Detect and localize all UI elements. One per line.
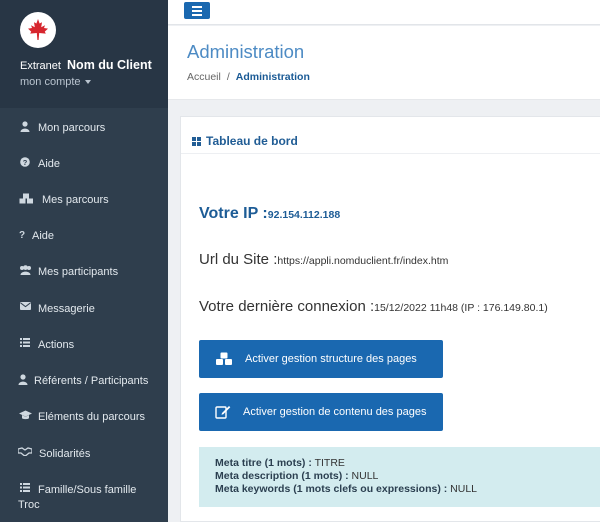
sidebar: Extranet Nom du Client mon compte Mon pa… [0, 0, 168, 522]
sidebar-item-aide[interactable]: ? Aide [0, 157, 168, 171]
sidebar-item-solidarites[interactable]: Solidarités [0, 447, 168, 461]
sidebar-item-mes-parcours[interactable]: Mes parcours [0, 193, 168, 207]
sidebar-item-label: Aide [32, 230, 55, 242]
envelope-icon [18, 302, 32, 310]
breadcrumb-separator: / [226, 71, 230, 83]
sidebar-item-troc[interactable]: Troc [0, 498, 168, 512]
meta-keywords-row: Meta keywords (1 mots clefs ou expressio… [215, 483, 600, 496]
page-header: Administration Accueil / Administration [168, 26, 600, 100]
sidebar-item-mon-parcours[interactable]: Mon parcours [0, 121, 168, 135]
maple-leaf-icon [28, 19, 48, 40]
edit-icon [215, 406, 231, 419]
th-large-icon [192, 136, 201, 146]
sidebar-item-label: Aide [38, 158, 61, 170]
account-label: mon compte [20, 76, 81, 88]
client-logo [20, 12, 56, 48]
activate-structure-button[interactable]: Activer gestion structure des pages [199, 340, 443, 378]
hamburger-icon [192, 9, 202, 12]
cubes-icon [216, 352, 232, 365]
sidebar-item-label: Solidarités [39, 448, 91, 460]
caret-down-icon [84, 80, 91, 84]
panel-title: Tableau de bord [206, 134, 298, 148]
sidebar-item-label: Famille/Sous famille [38, 484, 137, 496]
user-icon [18, 374, 28, 385]
meta-title-row: Meta titre (1 mots) : TITRE [215, 457, 600, 470]
profile-block: Extranet Nom du Client mon compte [0, 0, 168, 108]
url-line: Url du Site :https://appli.nomduclient.f… [199, 251, 448, 269]
sidebar-item-label: Troc [18, 499, 40, 511]
meta-description-row: Meta description (1 mots) : NULL [215, 470, 600, 483]
button-label: Activer gestion structure des pages [245, 353, 417, 365]
url-label: Url du Site : [199, 251, 278, 268]
graduation-cap-icon [18, 410, 32, 420]
sidebar-item-actions[interactable]: Actions [0, 338, 168, 352]
account-dropdown[interactable]: mon compte [20, 76, 168, 88]
cubes-icon [18, 193, 34, 204]
sidebar-item-label: Actions [38, 339, 75, 351]
sidebar-item-label: Mes participants [38, 266, 119, 278]
svg-text:?: ? [23, 158, 28, 167]
sidebar-item-aide-2[interactable]: ? Aide [0, 229, 168, 243]
breadcrumb-current: Administration [235, 71, 310, 83]
last-login-label: Votre dernière connexion : [199, 298, 375, 315]
question-icon: ? [18, 230, 26, 241]
sidebar-item-label: Messagerie [38, 303, 95, 315]
last-login-line: Votre dernière connexion :15/12/2022 11h… [199, 298, 548, 316]
list-icon [18, 483, 32, 492]
activate-content-button[interactable]: Activer gestion de contenu des pages [199, 393, 443, 431]
sidebar-item-elements-parcours[interactable]: Eléments du parcours [0, 410, 168, 424]
meta-description-label: Meta description (1 mots) : [215, 470, 349, 482]
breadcrumb: Accueil / Administration [187, 71, 310, 83]
list-icon [18, 338, 32, 347]
topbar [168, 0, 600, 25]
page-title: Administration [187, 41, 305, 62]
sidebar-item-label: Référents / Participants [34, 375, 149, 387]
menu-toggle-button[interactable] [184, 2, 210, 19]
last-login-value: 15/12/2022 11h48 (IP : 176.149.80.1) [374, 302, 548, 314]
url-value: https://appli.nomduclient.fr/index.htm [277, 255, 449, 267]
ip-line: Votre IP :92.154.112.188 [199, 205, 340, 223]
meta-info-box: Meta titre (1 mots) : TITRE Meta descrip… [199, 447, 600, 507]
hamburger-icon [192, 5, 202, 8]
handshake-icon [18, 447, 32, 456]
ip-value: 92.154.112.188 [267, 209, 341, 221]
sidebar-item-messagerie[interactable]: Messagerie [0, 302, 168, 316]
sidebar-item-label: Mes parcours [42, 194, 109, 206]
brand-prefix: Extranet [20, 60, 61, 72]
users-icon [18, 265, 32, 275]
meta-keywords-label: Meta keywords (1 mots clefs ou expressio… [215, 483, 448, 495]
panel-header: Tableau de bord [181, 117, 600, 154]
sidebar-item-label: Eléments du parcours [38, 411, 145, 423]
ip-label: Votre IP : [199, 205, 268, 222]
client-name: Nom du Client [67, 58, 152, 72]
sidebar-item-mes-participants[interactable]: Mes participants [0, 265, 168, 279]
brand: Extranet Nom du Client [20, 58, 168, 72]
meta-keywords-value: NULL [447, 483, 478, 495]
user-icon [18, 121, 32, 132]
hamburger-icon [192, 13, 202, 16]
sidebar-item-label: Mon parcours [38, 122, 106, 134]
sidebar-item-referents[interactable]: Référents / Participants [0, 374, 168, 388]
meta-title-label: Meta titre (1 mots) : [215, 457, 312, 469]
button-label: Activer gestion de contenu des pages [243, 406, 427, 418]
meta-description-value: NULL [348, 470, 379, 482]
sidebar-item-famille[interactable]: Famille/Sous famille [0, 483, 168, 497]
breadcrumb-home-link[interactable]: Accueil [187, 71, 221, 83]
question-circle-icon: ? [18, 157, 32, 167]
meta-title-value: TITRE [311, 457, 345, 469]
dashboard-panel: Tableau de bord Votre IP :92.154.112.188… [180, 116, 600, 522]
